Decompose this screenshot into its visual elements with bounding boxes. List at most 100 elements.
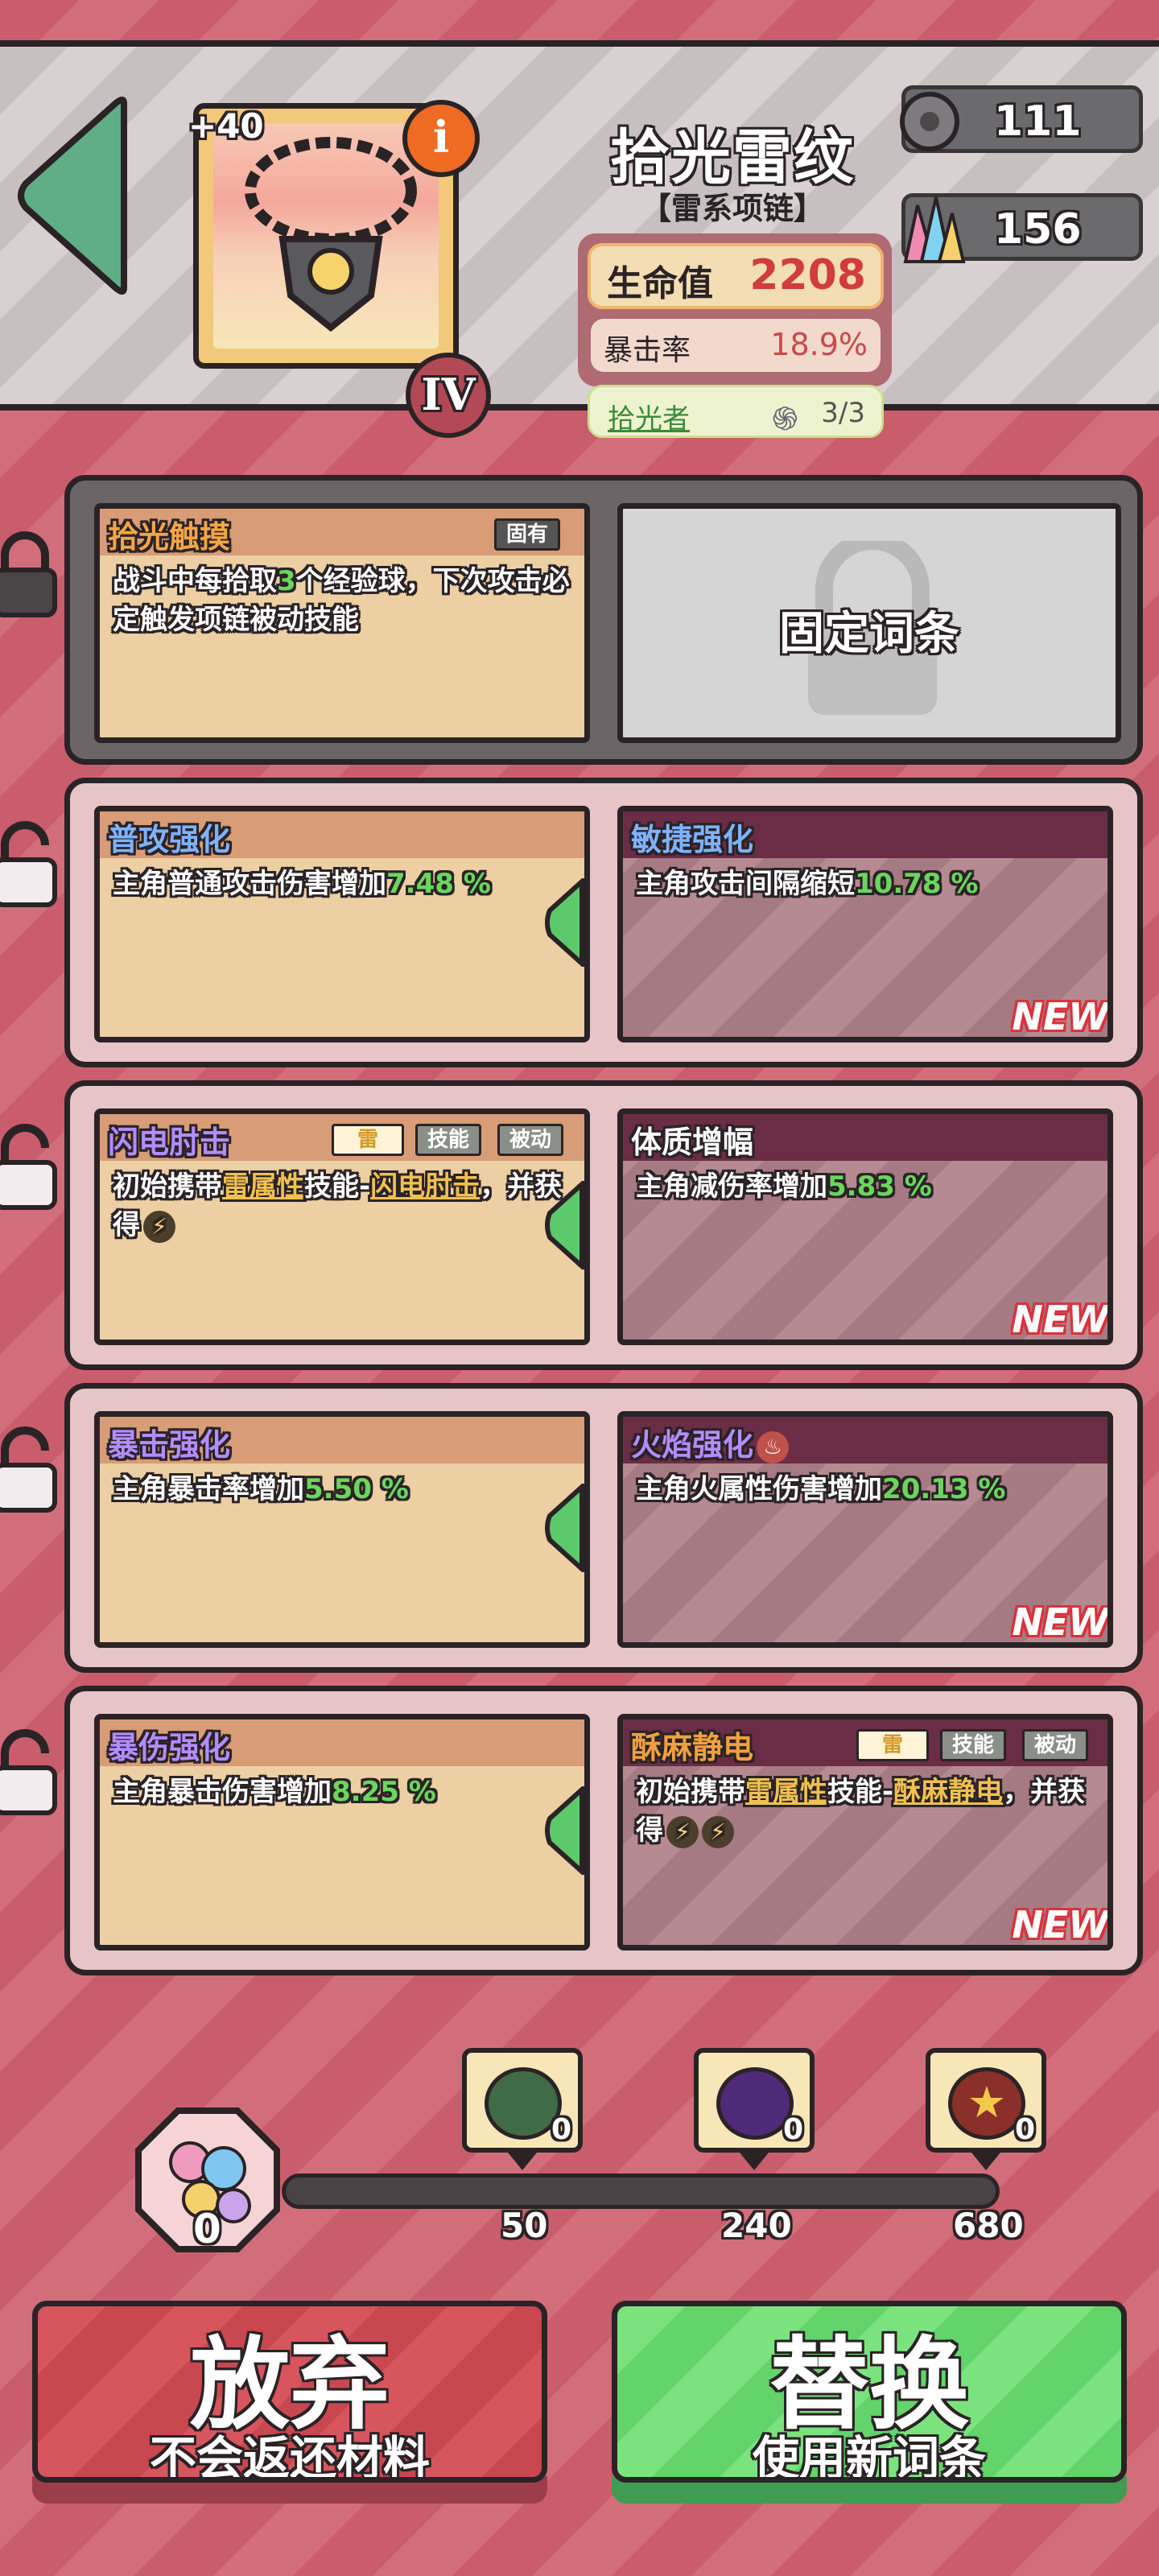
replace-arrow-icon (545, 1484, 584, 1572)
fixed-affix-label: 固定词条 (779, 608, 959, 660)
item-header: +40 i IV 拾光雷纹 【雷系项链】 生命值 2208 暴击率 18.9% … (0, 40, 1159, 438)
affix-description: 主角攻击间隔缩短10.78 % (636, 868, 979, 900)
replace-button[interactable]: 替换 使用新词条 (612, 2301, 1127, 2483)
affix-description: 主角普通攻击伤害增加7.48 % (113, 868, 491, 900)
affix-row-fixed: 拾光触摸 固有 战斗中每拾取3个经验球，下次攻击必定触发项链被动技能 固定词条 (64, 475, 1143, 765)
stat-hp-label: 生命值 (607, 263, 713, 304)
replace-arrow-icon (545, 878, 584, 967)
lock-closed-icon[interactable] (0, 531, 60, 620)
affix-title: 敏捷强化 (631, 822, 754, 857)
swirl-icon: ֍ (772, 401, 798, 438)
new-badge: NEW (1012, 1903, 1109, 1946)
milestone-label: 240 (721, 2206, 792, 2245)
skill-tag: 技能 (415, 1124, 482, 1156)
milestone-pointer (508, 2153, 537, 2170)
item-type: 【雷系项链】 (640, 191, 824, 226)
affix-title: 普攻强化 (108, 822, 231, 857)
abandon-sublabel: 不会返还材料 (149, 2431, 430, 2483)
stat-crit-value: 18.9% (770, 327, 868, 362)
element-tag: 雷 (856, 1729, 929, 1761)
affix-row: 普攻强化 主角普通攻击伤害增加7.48 % 敏捷强化 主角攻击间隔缩短10.78… (64, 778, 1143, 1067)
set-bonus-bar[interactable]: 拾光者 ֍ 3/3 (588, 385, 884, 438)
new-affix-card[interactable]: 火焰强化 ♨ 主角火属性伤害增加20.13 % NEW (617, 1411, 1113, 1648)
passive-tag: 被动 (497, 1124, 564, 1156)
new-affix-card[interactable]: 酥麻静电 雷 技能 被动 初始携带雷属性技能-酥麻静电，并获得 ⚡ ⚡ NEW (617, 1714, 1113, 1951)
resource-gear: 111 (900, 85, 1143, 153)
affix-title: 体质增幅 (631, 1125, 754, 1160)
affix-description: 战斗中每拾取3个经验球，下次攻击必定触发项链被动技能 (113, 565, 570, 636)
set-count: 3/3 (821, 397, 865, 429)
resource-crystal: 156 (901, 193, 1143, 263)
affix-title: 暴伤强化 (108, 1730, 231, 1765)
lock-open-icon[interactable] (0, 1426, 60, 1515)
milestone-label: 50 (501, 2206, 548, 2245)
milestone-reward[interactable]: 0 (694, 2048, 815, 2153)
lock-open-icon[interactable] (0, 821, 60, 910)
old-affix-card[interactable]: 暴伤强化 主角暴击伤害增加8.25 % (94, 1714, 590, 1951)
gear-ore-icon (900, 92, 959, 151)
skill-tag: 技能 (940, 1729, 1007, 1761)
affix-title: 暴击强化 (108, 1427, 231, 1463)
affix-title: 酥麻静电 (631, 1730, 754, 1765)
crystal-icon (903, 196, 966, 263)
affix-title: 拾光触摸 (108, 519, 231, 555)
old-affix-card[interactable]: 闪电肘击 雷 技能 被动 初始携带雷属性技能-闪电肘击，并获得 ⚡ (94, 1108, 590, 1345)
lightning-icon: ⚡ (702, 1815, 734, 1848)
affix-title: 闪电肘击 (108, 1125, 231, 1160)
item-level-bonus: +40 (188, 106, 264, 146)
milestone-label: 680 (953, 2206, 1024, 2245)
material-progress-bar (282, 2174, 1000, 2209)
crystal-count: 156 (994, 205, 1082, 254)
old-affix-card[interactable]: 普攻强化 主角普通攻击伤害增加7.48 % (94, 806, 590, 1042)
milestone-pointer (740, 2153, 769, 2170)
milestone-count: 0 (782, 2113, 803, 2146)
milestone-pointer (971, 2153, 1000, 2170)
affix-description: 主角暴击率增加5.50 % (113, 1473, 409, 1505)
replace-arrow-icon (545, 1786, 584, 1875)
milestone-reward[interactable]: ★ 0 (926, 2048, 1046, 2153)
passive-tag: 被动 (1022, 1729, 1089, 1761)
new-affix-card[interactable]: 体质增幅 主角减伤率增加5.83 % NEW (617, 1108, 1113, 1345)
gear-ore-count: 111 (994, 97, 1082, 146)
replace-arrow-icon (545, 1181, 584, 1269)
affix-row: 闪电肘击 雷 技能 被动 初始携带雷属性技能-闪电肘击，并获得 ⚡ 体质增幅 主角… (64, 1080, 1143, 1370)
fire-icon: ♨ (757, 1430, 790, 1463)
new-badge: NEW (1012, 995, 1109, 1038)
affix-description: 初始携带雷属性技能-酥麻静电，并获得 ⚡ ⚡ (636, 1776, 1086, 1848)
milestone-count: 0 (551, 2113, 571, 2146)
affix-description: 初始携带雷属性技能-闪电肘击，并获得 ⚡ (113, 1170, 563, 1243)
red-star-gem-icon: ★ (948, 2067, 1025, 2140)
purple-gem-icon (716, 2067, 794, 2140)
portrait-background (213, 123, 439, 349)
milestone-reward[interactable]: 0 (462, 2048, 583, 2153)
abandon-button[interactable]: 放弃 不会返还材料 (32, 2301, 547, 2483)
info-icon[interactable]: i (402, 100, 480, 177)
fixed-affix-card: 固定词条 (617, 503, 1121, 743)
old-affix-card[interactable]: 拾光触摸 固有 战斗中每拾取3个经验球，下次攻击必定触发项链被动技能 (94, 503, 590, 743)
lock-open-icon[interactable] (0, 1729, 60, 1818)
affix-row: 暴击强化 主角暴击率增加5.50 % 火焰强化 ♨ 主角火属性伤害增加20.13 … (64, 1383, 1143, 1673)
affix-tag: 固有 (493, 518, 560, 551)
lightning-icon: ⚡ (143, 1210, 175, 1243)
stat-crit: 暴击率 18.9% (591, 319, 881, 372)
stat-crit-label: 暴击率 (604, 334, 691, 367)
new-badge: NEW (1012, 1298, 1109, 1341)
affix-description: 主角火属性伤害增加20.13 % (636, 1473, 1006, 1505)
set-name: 拾光者 (608, 403, 690, 436)
new-affix-card[interactable]: 敏捷强化 主角攻击间隔缩短10.78 % NEW (617, 806, 1113, 1042)
affix-description: 主角减伤率增加5.83 % (636, 1170, 932, 1203)
affix-title: 火焰强化 ♨ (631, 1420, 790, 1464)
old-affix-card[interactable]: 暴击强化 主角暴击率增加5.50 % (94, 1411, 590, 1648)
lightning-icon: ⚡ (666, 1815, 699, 1848)
element-tag: 雷 (332, 1124, 404, 1156)
lock-open-icon[interactable] (0, 1124, 60, 1212)
green-gem-icon (485, 2067, 562, 2140)
affix-description: 主角暴击伤害增加8.25 % (113, 1776, 436, 1808)
milestone-count: 0 (1014, 2113, 1035, 2146)
tier-badge: IV (406, 353, 491, 438)
replace-sublabel: 使用新词条 (752, 2431, 986, 2483)
back-arrow-icon[interactable] (11, 95, 140, 296)
new-badge: NEW (1012, 1600, 1109, 1644)
stat-hp-value: 2208 (749, 251, 866, 299)
item-name: 拾光雷纹 (610, 123, 855, 192)
